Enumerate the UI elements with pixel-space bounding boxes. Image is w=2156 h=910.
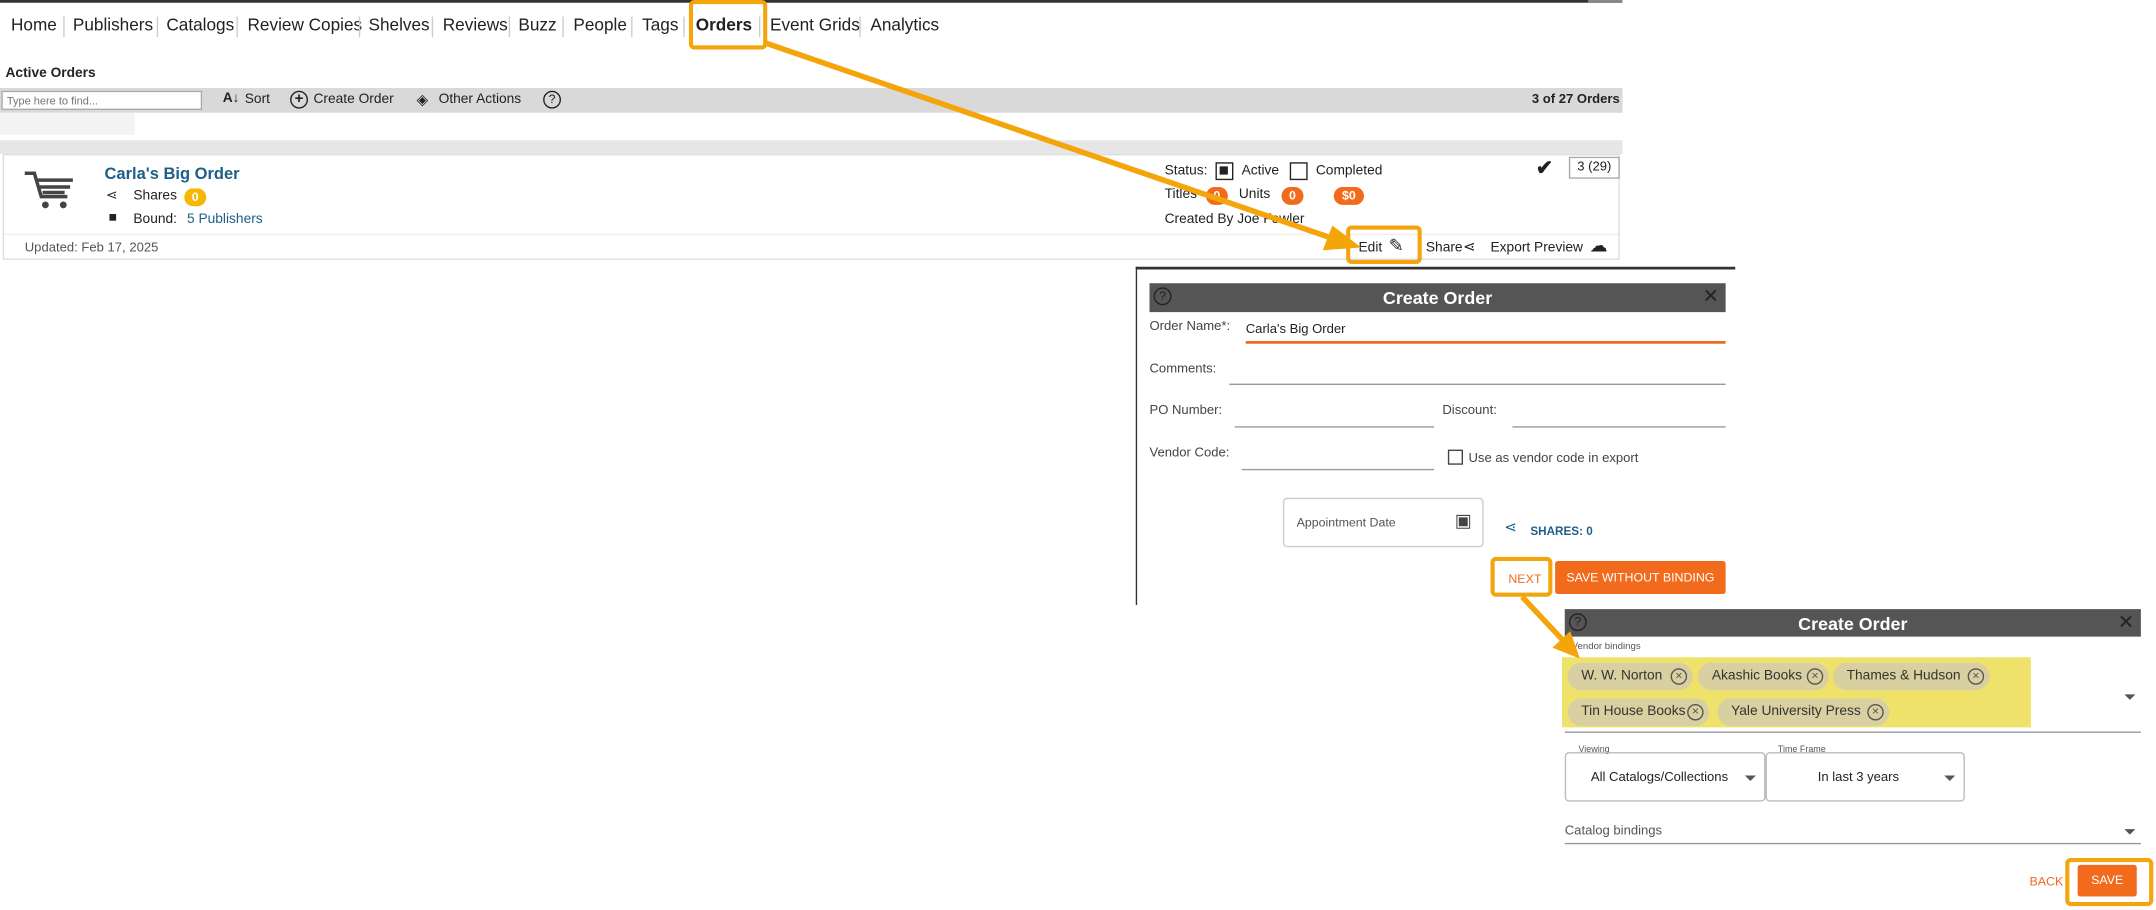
annotation-arrows: [763, 40, 1580, 659]
arrow-line: [763, 40, 1332, 241]
arrow-line: [1520, 594, 1566, 643]
arrow-head: [1322, 225, 1362, 251]
